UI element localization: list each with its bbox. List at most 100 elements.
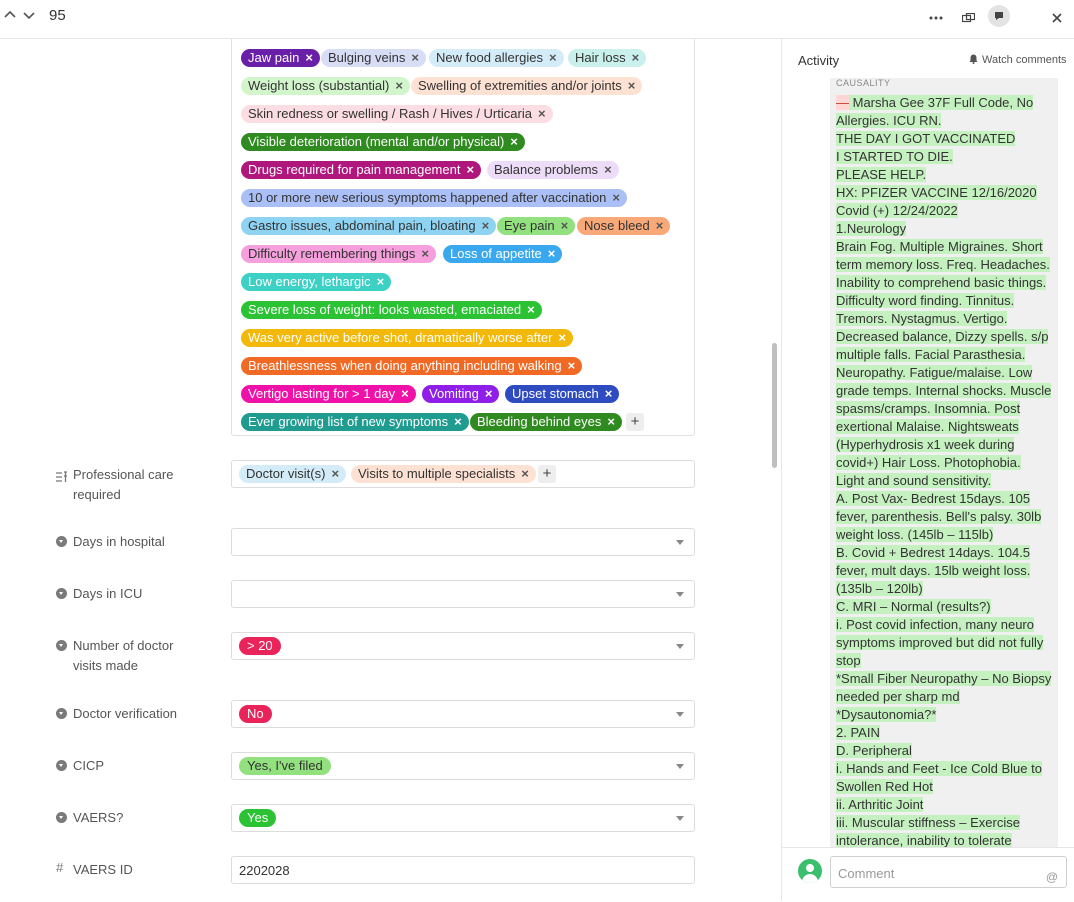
symptom-tag[interactable]: Balance problems × [487, 161, 619, 179]
symptom-tag[interactable]: Vomiting × [422, 385, 500, 403]
activity-line: i. Hands and Feet - Ice Cold Blue to [836, 760, 1056, 778]
professional-care-field[interactable]: Doctor visit(s) × Visits to multiple speci… [231, 460, 695, 488]
remove-tag-icon[interactable]: × [401, 386, 409, 401]
remove-tag-icon[interactable]: × [604, 162, 612, 177]
symptom-tag[interactable]: Hair loss × [568, 49, 647, 67]
tag-label: Hair loss [575, 50, 626, 65]
symptom-tag[interactable]: Loss of appetite × [443, 245, 563, 263]
symptom-tag[interactable]: Visible deterioration (mental and/or phy… [241, 133, 525, 151]
comment-input[interactable]: Comment @ [830, 856, 1067, 888]
form-scrollbar[interactable] [772, 343, 777, 468]
add-tag-button[interactable]: + [538, 465, 556, 483]
doctor-verification-select[interactable]: No [231, 700, 695, 728]
symptom-tag[interactable]: Bleeding behind eyes × [470, 413, 622, 431]
symptom-tag[interactable]: Vertigo lasting for > 1 day × [241, 385, 416, 403]
remove-tag-icon[interactable]: × [466, 162, 474, 177]
symptom-tag[interactable]: Eye pain × [497, 217, 576, 235]
remove-tag-icon[interactable]: × [395, 78, 403, 93]
cicp-select[interactable]: Yes, I've filed [231, 752, 695, 780]
symptom-tag[interactable]: Skin redness or swelling / Rash / Hives … [241, 105, 553, 123]
activity-line: HX: PFIZER VACCINE 12/16/2020 [836, 184, 1056, 202]
tag-label: 10 or more new serious symptoms happened… [248, 190, 607, 205]
symptom-tag[interactable]: Nose bleed × [577, 217, 671, 235]
symptom-tag[interactable]: Gastro issues, abdominal pain, bloating × [241, 217, 497, 235]
days-in-icu-select[interactable] [231, 580, 695, 608]
remove-tag-icon[interactable]: × [628, 78, 636, 93]
remove-tag-icon[interactable]: × [558, 330, 566, 345]
care-tag[interactable]: Doctor visit(s) × [239, 465, 347, 483]
activity-line-text: Marsha Gee 37F Full Code, No [849, 95, 1034, 110]
remove-tag-icon[interactable]: × [510, 134, 518, 149]
remove-tag-icon[interactable]: × [411, 50, 419, 65]
chevron-up-icon[interactable] [4, 8, 16, 25]
remove-tag-icon[interactable]: × [485, 386, 493, 401]
remove-tag-icon[interactable]: × [548, 246, 556, 261]
remove-tag-icon[interactable]: × [331, 466, 339, 481]
symptom-tag[interactable]: Upset stomach × [505, 385, 620, 403]
activity-line-text: i. Post covid infection, many neuro [836, 617, 1034, 632]
activity-line: stop [836, 652, 1056, 670]
record-header: 95 [0, 0, 1074, 39]
remove-tag-icon[interactable]: × [656, 218, 664, 233]
remove-tag-icon[interactable]: × [482, 218, 490, 233]
activity-line-text: C. MRI – Normal (results?) [836, 599, 991, 614]
activity-line: fever, parenthesis. Bell's palsy. 30lb [836, 508, 1056, 526]
remove-tag-icon[interactable]: × [632, 50, 640, 65]
activity-line-text: stop [836, 653, 861, 668]
activity-line: iii. Muscular stiffness – Exercise [836, 814, 1056, 832]
symptom-tag[interactable]: Bulging veins × [321, 49, 426, 67]
activity-line: Decreased balance, Dizzy spells. s/p [836, 328, 1056, 346]
remove-tag-icon[interactable]: × [377, 274, 385, 289]
symptom-tag[interactable]: Weight loss (substantial) × [241, 77, 410, 95]
symptom-tag[interactable]: Breathlessness when doing anything inclu… [241, 357, 583, 375]
symptom-tag[interactable]: Jaw pain × [241, 49, 320, 67]
activity-line-text: symptoms improved but did not fully [836, 635, 1044, 650]
remove-tag-icon[interactable]: × [607, 414, 615, 429]
watch-comments-button[interactable]: Watch comments [969, 54, 1067, 67]
remove-tag-icon[interactable]: × [454, 414, 462, 429]
comment-icon[interactable] [988, 5, 1010, 27]
symptom-tag[interactable]: 10 or more new serious symptoms happened… [241, 189, 628, 207]
symptom-tag[interactable]: Difficulty remembering things × [241, 245, 436, 263]
tag-label: Visible deterioration (mental and/or phy… [248, 134, 505, 149]
vaers-id-input[interactable]: 2202028 [231, 856, 695, 884]
activity-line: Tremors. Nystagmus. Vertigo. [836, 310, 1056, 328]
remove-tag-icon[interactable]: × [538, 106, 546, 121]
remove-tag-icon[interactable]: × [612, 190, 620, 205]
chevron-down-icon[interactable] [23, 8, 35, 25]
remove-tag-icon[interactable]: × [521, 466, 529, 481]
care-tag[interactable]: Visits to multiple specialists × [351, 465, 536, 483]
activity-line: A. Post Vax- Bedrest 15days. 105 [836, 490, 1056, 508]
remove-tag-icon[interactable]: × [568, 358, 576, 373]
doctor-visits-select[interactable]: > 20 [231, 632, 695, 660]
days-in-hospital-select[interactable] [231, 528, 695, 556]
symptom-tag[interactable]: Swelling of extremities and/or joints × [411, 77, 643, 95]
symptom-tag[interactable]: Ever growing list of new symptoms × [241, 413, 469, 431]
remove-tag-icon[interactable]: × [305, 50, 313, 65]
expand-icon[interactable] [957, 7, 979, 29]
activity-line: fever, mult days. 15lb weight loss. [836, 562, 1056, 580]
number-field-icon: # [56, 860, 64, 875]
symptom-tag[interactable]: Was very active before shot, dramaticall… [241, 329, 574, 347]
remove-tag-icon[interactable]: × [605, 386, 613, 401]
symptoms-tag-field[interactable]: Jaw pain × Bulging veins × New food allergie… [231, 39, 695, 436]
tag-label: New food allergies [436, 50, 543, 65]
activity-line: Inability to comprehend basic things. [836, 274, 1056, 292]
remove-tag-icon[interactable]: × [561, 218, 569, 233]
symptom-tag[interactable]: Drugs required for pain management × [241, 161, 482, 179]
close-icon[interactable] [1046, 7, 1068, 29]
symptom-tag[interactable]: Severe loss of weight: looks wasted, ema… [241, 301, 542, 319]
activity-line-text: (Hyperhydrosis x1 week during [836, 437, 1015, 452]
symptom-tag[interactable]: New food allergies × [429, 49, 564, 67]
vaers-select[interactable]: Yes [231, 804, 695, 832]
more-icon[interactable] [925, 7, 947, 29]
activity-line: — Marsha Gee 37F Full Code, No [836, 94, 1056, 112]
remove-tag-icon[interactable]: × [549, 50, 557, 65]
symptom-tag[interactable]: Low energy, lethargic × [241, 273, 392, 291]
activity-line: C. MRI – Normal (results?) [836, 598, 1056, 616]
remove-tag-icon[interactable]: × [421, 246, 429, 261]
remove-tag-icon[interactable]: × [527, 302, 535, 317]
mention-icon[interactable]: @ [1046, 870, 1058, 884]
activity-line-text: B. Covid + Bedrest 14days. 104.5 [836, 545, 1031, 560]
add-tag-button[interactable]: + [626, 413, 644, 431]
